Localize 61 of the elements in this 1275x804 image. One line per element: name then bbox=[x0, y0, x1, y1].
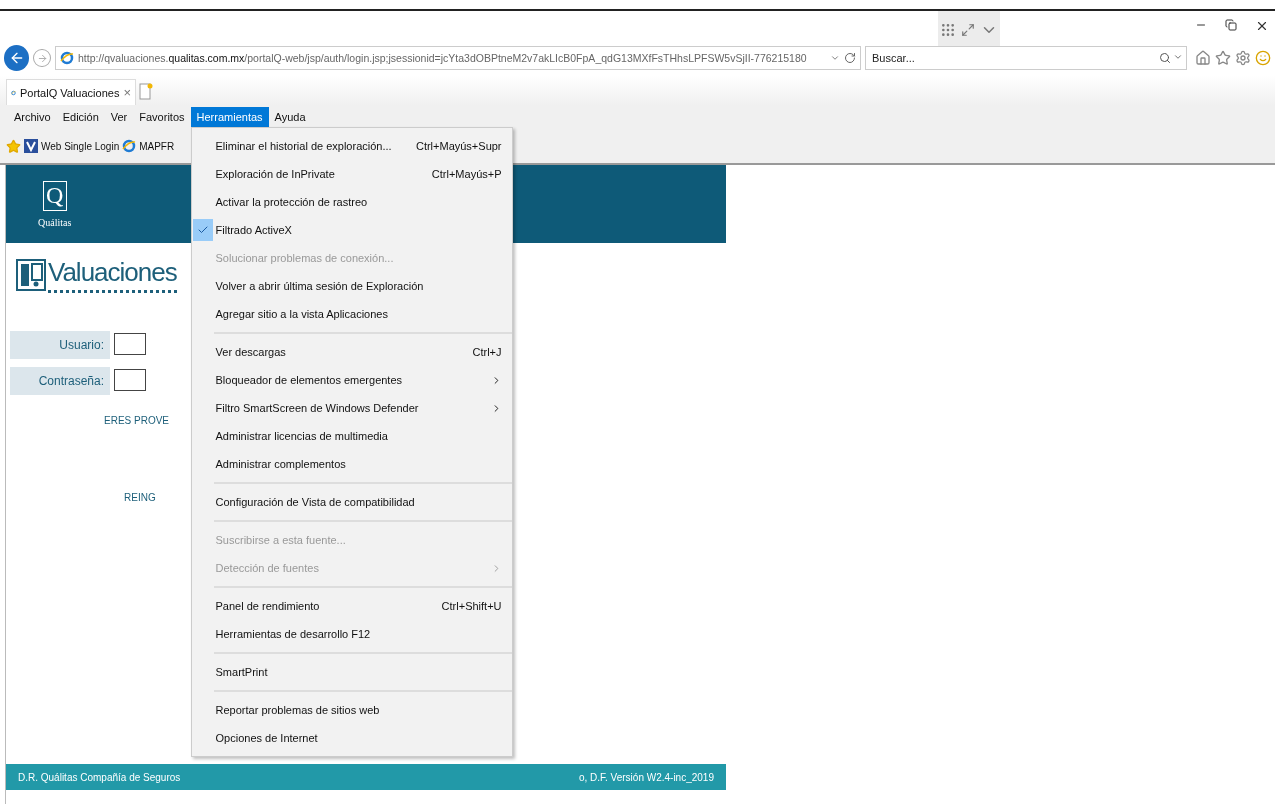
menu-item[interactable]: Administrar licencias de multimedia bbox=[191, 422, 512, 450]
field-label: Usuario: bbox=[10, 331, 110, 359]
dropdown-caret-icon[interactable] bbox=[830, 53, 840, 63]
smiley-icon[interactable] bbox=[1255, 50, 1271, 66]
forward-arrow-icon bbox=[36, 52, 48, 64]
menu-item[interactable]: Eliminar el historial de exploración... Ctrl+Mayús+Supr bbox=[191, 132, 512, 160]
menu-bar-item[interactable]: Edición bbox=[56, 107, 105, 127]
menu-bar-item[interactable]: Herramientas bbox=[190, 107, 269, 127]
new-tab-icon[interactable] bbox=[139, 83, 153, 101]
menu-bar-item[interactable]: Ayuda bbox=[268, 107, 312, 127]
settings-icon[interactable] bbox=[1235, 50, 1251, 66]
menu-item[interactable]: Reportar problemas de sitios web bbox=[191, 696, 512, 724]
menu-item[interactable]: SmartPrint bbox=[191, 658, 512, 686]
tab-close-button[interactable]: × bbox=[123, 85, 131, 100]
company-logo: Q Quálitas bbox=[38, 180, 72, 228]
grid-icon[interactable] bbox=[940, 21, 957, 38]
search-field[interactable]: Buscar... bbox=[865, 46, 1187, 70]
menu-item[interactable]: Configuración de Vista de compatibilidad bbox=[191, 488, 512, 516]
favorite-link[interactable]: MAPFR bbox=[122, 139, 175, 153]
app-title: Valuaciones bbox=[48, 257, 177, 293]
valuation-logo-icon bbox=[16, 259, 46, 291]
add-favorite-icon[interactable] bbox=[6, 138, 21, 154]
menu-bar-item[interactable]: Archivo bbox=[8, 107, 57, 127]
menu-item[interactable]: Bloqueador de elementos emergentes bbox=[191, 366, 512, 394]
menu-item[interactable]: Herramientas de desarrollo F12 bbox=[191, 620, 512, 648]
restore-icon[interactable] bbox=[1225, 19, 1237, 31]
refresh-icon[interactable] bbox=[844, 52, 856, 64]
page-link[interactable]: ERES PROVE bbox=[6, 415, 170, 426]
menu-bar-item[interactable]: Ver bbox=[104, 107, 134, 127]
input-field[interactable] bbox=[114, 369, 146, 391]
star-icon[interactable] bbox=[1215, 50, 1231, 66]
footer-text: o, D.F. Versión W2.4-inc_2019 bbox=[578, 771, 714, 783]
search-icon[interactable] bbox=[1159, 52, 1171, 64]
url-text: http://qvaluaciones.qualitas.com.mx/portalQ-web/jsp/auth/login.jsp;jsessionid=jcYta3dOBPtneM2v7akLIcB0FpA_qdG13MXfFsTHhsLPFSW5vSjII-776215180 bbox=[77, 52, 808, 64]
menu-bar-item[interactable]: Favoritos bbox=[133, 107, 191, 127]
footer-text: D.R. Quálitas Compañía de Seguros bbox=[18, 771, 181, 783]
expand-icon[interactable] bbox=[961, 22, 975, 37]
field-label: Contraseña: bbox=[10, 367, 110, 395]
menu-item[interactable]: Administrar complementos bbox=[191, 450, 512, 478]
menu-item[interactable]: Filtro SmartScreen de Windows Defender bbox=[191, 394, 512, 422]
forward-button[interactable] bbox=[33, 49, 51, 67]
site-logo-icon bbox=[24, 139, 38, 153]
menu-item[interactable]: Agregar sitio a la vista Aplicaciones bbox=[191, 300, 512, 328]
menu-item[interactable]: Activar la protección de rastreo bbox=[191, 188, 512, 216]
address-field[interactable]: http://qvaluaciones.qualitas.com.mx/portalQ-web/jsp/auth/login.jsp;jsessionid=jcYta3dOBPtneM2v7akLIcB0FpA_qdG13MXfFsTHhsLPFSW5vSjII-776215180 bbox=[54, 46, 861, 70]
menu-item[interactable]: Ver descargas Ctrl+J bbox=[191, 338, 512, 366]
page-link[interactable]: REING bbox=[6, 492, 156, 503]
browser-logo-icon bbox=[122, 139, 137, 153]
input-field[interactable] bbox=[114, 333, 146, 355]
menu-item[interactable]: Exploración de InPrivate Ctrl+Mayús+P bbox=[191, 160, 512, 188]
browser-logo-icon bbox=[59, 51, 74, 65]
menu-item[interactable]: Opciones de Internet bbox=[191, 724, 512, 752]
menu-item[interactable]: Volver a abrir última sesión de Exploración bbox=[191, 272, 512, 300]
close-icon[interactable] bbox=[1255, 19, 1269, 33]
home-icon[interactable] bbox=[1195, 50, 1211, 66]
menu-item[interactable]: Filtrado ActiveX bbox=[191, 216, 512, 244]
dropdown-caret-icon[interactable] bbox=[1173, 52, 1183, 62]
favorite-link[interactable]: Web Single Login bbox=[24, 139, 120, 153]
menu-item[interactable]: Panel de rendimiento Ctrl+Shift+U bbox=[191, 592, 512, 620]
browser-tab[interactable]: PortalQ Valuaciones × bbox=[6, 79, 136, 105]
back-button[interactable] bbox=[4, 45, 30, 71]
